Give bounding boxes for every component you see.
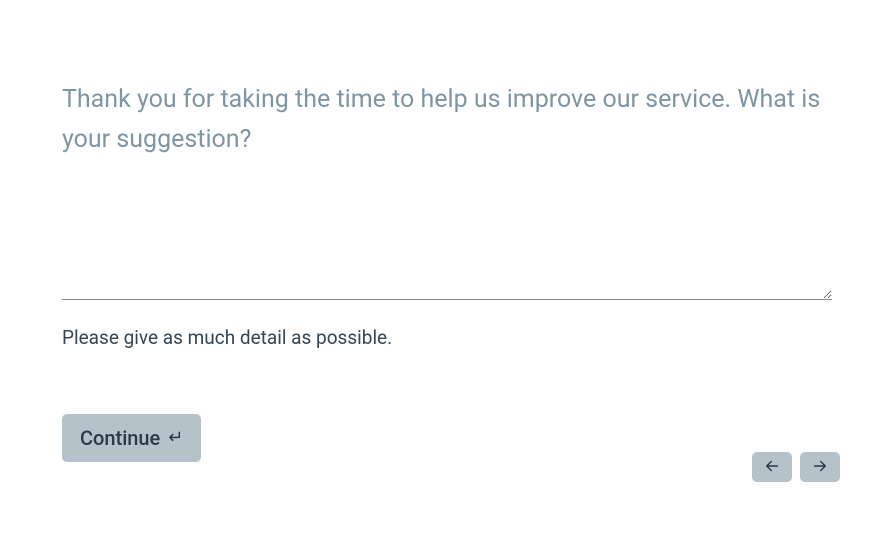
arrow-right-icon: [811, 457, 829, 478]
arrow-left-icon: [763, 457, 781, 478]
nav-buttons: [752, 452, 840, 482]
enter-key-icon: ↵: [168, 429, 183, 447]
continue-button-label: Continue: [80, 426, 160, 450]
question-prompt: Thank you for taking the time to help us…: [62, 80, 832, 160]
helper-text: Please give as much detail as possible.: [62, 326, 832, 349]
suggestion-field-wrap: [62, 200, 832, 304]
suggestion-input[interactable]: [62, 200, 832, 300]
next-button[interactable]: [800, 452, 840, 482]
previous-button[interactable]: [752, 452, 792, 482]
continue-button[interactable]: Continue ↵: [62, 414, 201, 462]
